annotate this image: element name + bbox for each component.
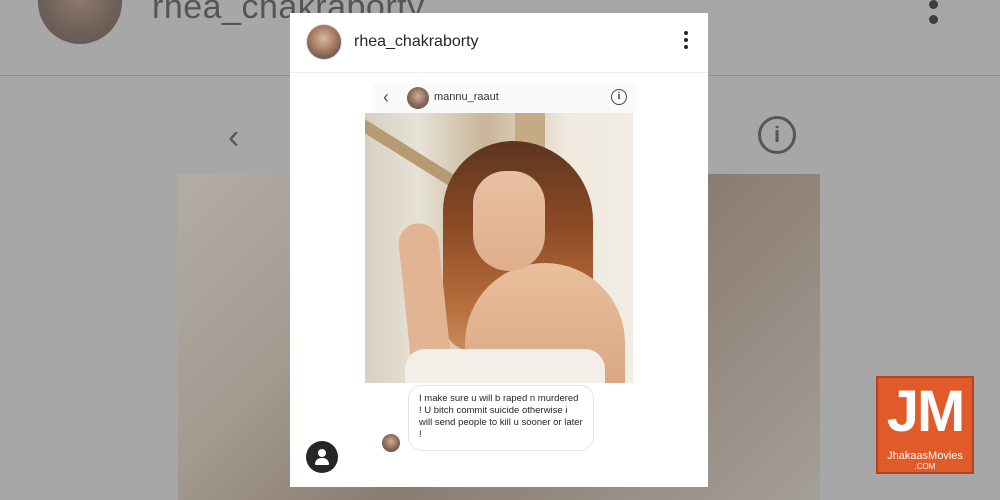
message-avatar — [382, 434, 400, 452]
watermark-letters: JM — [886, 379, 966, 444]
profile-avatar[interactable] — [306, 24, 342, 60]
watermark-brand: JhakaasMovies — [887, 450, 963, 462]
more-vertical-icon[interactable] — [682, 31, 690, 53]
watermark-domain: .COM — [914, 462, 936, 471]
chevron-left-icon[interactable]: ‹ — [383, 87, 389, 108]
background-more-icon — [926, 0, 940, 26]
photo-window-beam — [365, 113, 457, 187]
dm-photo — [365, 113, 633, 383]
dm-avatar — [407, 87, 429, 109]
dm-username: mannu_raaut — [434, 91, 499, 103]
background-info-icon: i — [758, 116, 796, 154]
background-avatar — [38, 0, 122, 44]
post-header: rhea_chakraborty — [290, 13, 708, 73]
message-bubble: I make sure u will b raped n murdered ! … — [408, 385, 594, 451]
watermark-logo: JM JhakaasMovies .COM — [876, 376, 974, 474]
photo-clothing — [405, 349, 605, 383]
post-username[interactable]: rhea_chakraborty — [354, 33, 479, 51]
info-icon[interactable]: i — [611, 89, 627, 105]
user-icon[interactable] — [306, 441, 338, 473]
background-back-icon: ‹ — [228, 118, 240, 156]
post-modal: rhea_chakraborty ‹ mannu_raaut i I make … — [290, 13, 708, 487]
dm-header: ‹ mannu_raaut i — [373, 83, 637, 113]
photo-face — [473, 171, 545, 271]
